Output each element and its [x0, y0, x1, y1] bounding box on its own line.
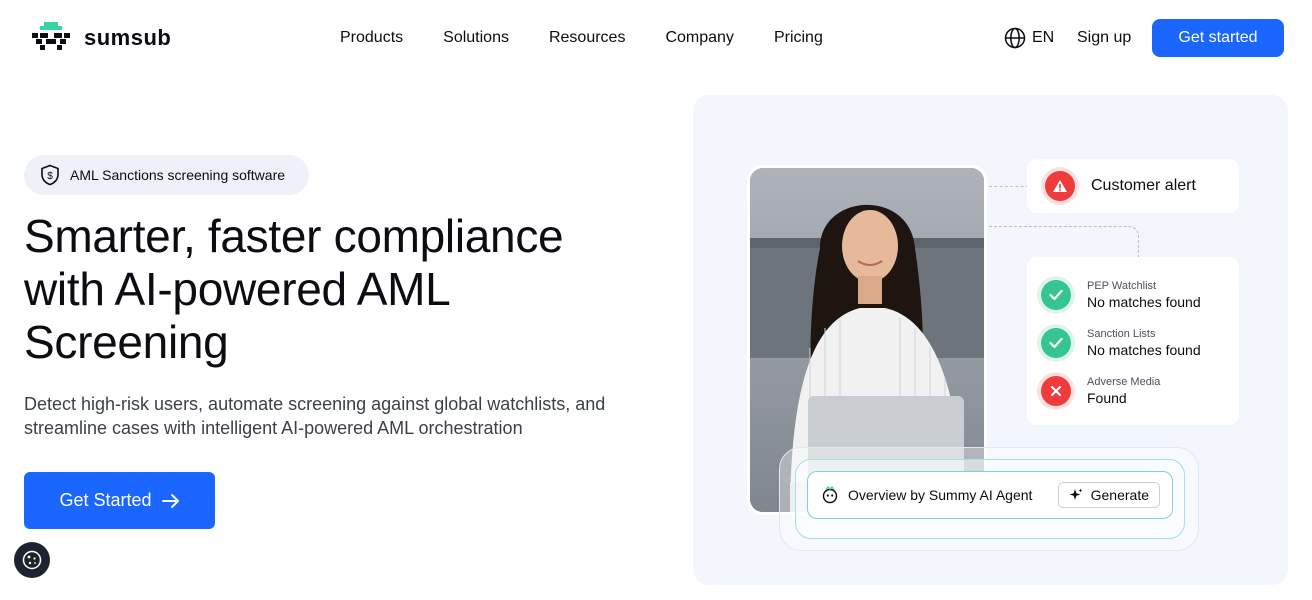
checkmark-icon	[1049, 289, 1063, 301]
hero-description: Detect high-risk users, automate screeni…	[24, 392, 644, 440]
svg-text:$: $	[47, 171, 53, 182]
screening-row-adverse-media: Adverse Media Found	[1041, 367, 1239, 415]
check-value: Found	[1087, 390, 1127, 406]
nav-item-products[interactable]: Products	[340, 29, 403, 47]
sign-up-link[interactable]: Sign up	[1077, 29, 1131, 47]
generate-button[interactable]: Generate	[1057, 482, 1160, 508]
brand-name: sumsub	[84, 25, 172, 50]
headline-line-1: Smarter, faster compliance	[24, 210, 564, 262]
nav-item-solutions[interactable]: Solutions	[443, 29, 509, 47]
get-started-nav-button[interactable]: Get started	[1152, 19, 1284, 57]
arrow-right-icon	[161, 493, 179, 508]
connector-line	[989, 226, 1139, 258]
check-label: Adverse Media	[1087, 376, 1161, 388]
headline-line-2: with AI-powered AML	[24, 263, 451, 315]
get-started-hero-button[interactable]: Get Started	[24, 472, 215, 529]
hero-illustration: Customer alert PEP Watchlist No matches …	[693, 95, 1288, 585]
check-label: PEP Watchlist	[1087, 280, 1157, 292]
hero-headline: Smarter, faster compliance with AI-power…	[24, 210, 664, 369]
screening-results-card: PEP Watchlist No matches found Sanction …	[1027, 257, 1239, 425]
status-ok	[1041, 280, 1071, 310]
customer-alert-label: Customer alert	[1091, 177, 1196, 194]
description-line-1: Detect high-risk users, automate screeni…	[24, 394, 606, 414]
warning-icon	[1053, 180, 1067, 192]
screening-row-pep: PEP Watchlist No matches found	[1041, 271, 1239, 319]
check-value: No matches found	[1087, 294, 1201, 310]
cookie-settings-button[interactable]	[14, 542, 50, 578]
status-ok	[1041, 328, 1071, 358]
cross-icon	[1050, 385, 1062, 397]
description-line-2: streamline cases with intelligent AI-pow…	[24, 418, 523, 438]
check-label: Sanction Lists	[1087, 328, 1156, 340]
language-selector[interactable]: EN	[1004, 27, 1054, 49]
cookie-icon	[22, 550, 42, 570]
connector-line	[989, 186, 1029, 187]
language-label: EN	[1032, 29, 1055, 46]
screening-row-sanctions: Sanction Lists No matches found	[1041, 319, 1239, 367]
check-value: No matches found	[1087, 342, 1201, 358]
sumsub-logo[interactable]: sumsub	[32, 22, 171, 54]
summy-agent-icon	[822, 485, 838, 504]
get-started-label: Get Started	[59, 490, 152, 510]
main-menu: Products Solutions Resources Company Pri…	[340, 29, 823, 47]
headline-line-3: Screening	[24, 316, 229, 368]
badge-label: AML Sanctions screening software	[70, 167, 286, 183]
nav-item-resources[interactable]: Resources	[549, 29, 625, 47]
ai-overview-bar: Overview by Summy AI Agent Generate	[807, 471, 1173, 519]
ai-overview-label: Overview by Summy AI Agent	[848, 487, 1033, 503]
checkmark-icon	[1049, 337, 1063, 349]
shield-dollar-icon: $	[41, 164, 59, 186]
sumsub-logo-icon	[32, 22, 70, 50]
customer-alert-card: Customer alert	[1027, 159, 1239, 213]
alert-status	[1045, 171, 1075, 201]
sparkle-icon	[1069, 488, 1083, 500]
globe-icon	[1004, 27, 1026, 49]
product-badge: $ AML Sanctions screening software	[24, 155, 309, 195]
nav-item-company[interactable]: Company	[665, 29, 733, 47]
generate-label: Generate	[1090, 487, 1149, 503]
status-failed	[1041, 376, 1071, 406]
top-navigation: sumsub Products Solutions Resources Comp…	[0, 0, 1312, 76]
nav-item-pricing[interactable]: Pricing	[774, 29, 823, 47]
